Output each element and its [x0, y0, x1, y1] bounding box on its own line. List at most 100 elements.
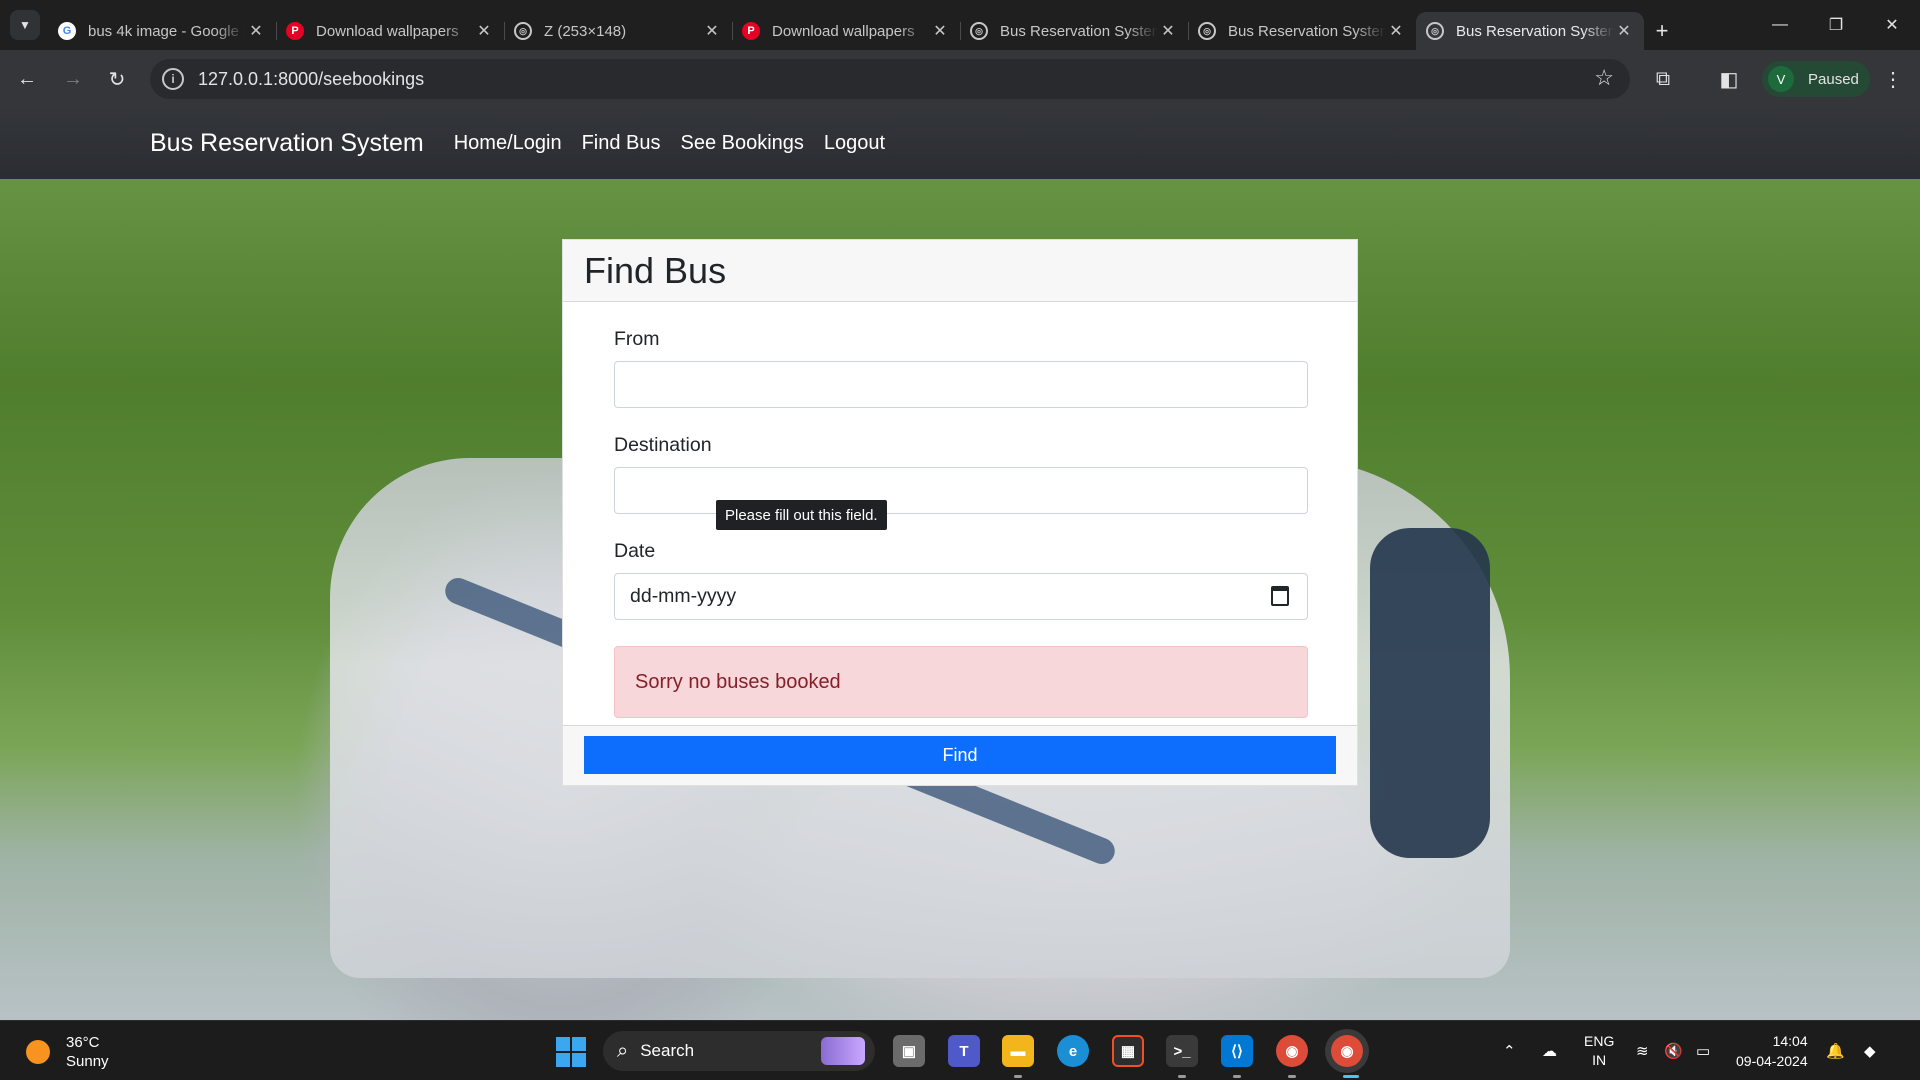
reload-icon[interactable]: ↻ [102, 64, 132, 94]
sun-icon [26, 1040, 50, 1064]
close-tab-icon[interactable]: ✕ [702, 21, 722, 41]
chrome-profile-icon[interactable]: ◉ [1331, 1035, 1363, 1067]
windows-taskbar: 36°C Sunny ⌕ Search ▣ T ▬ e ▦ >_ ⟨⟩ ◉ ◉ … [0, 1020, 1920, 1080]
minimize-icon[interactable]: — [1752, 0, 1808, 50]
calendar-icon[interactable] [1271, 586, 1289, 606]
date-placeholder: dd-mm-yyyy [630, 585, 737, 607]
close-tab-icon[interactable]: ✕ [246, 21, 266, 41]
nav-logout[interactable]: Logout [824, 132, 885, 155]
copilot-icon[interactable]: ◆ [1864, 1021, 1876, 1080]
browser-tab[interactable]: P Download wallpapers ✕ [732, 12, 961, 50]
restore-icon[interactable]: ❐ [1808, 0, 1864, 50]
speaker-muted-icon[interactable]: 🔇 [1664, 1021, 1683, 1080]
card-header: Find Bus [563, 240, 1357, 302]
notification-bell-icon[interactable]: 🔔 [1826, 1021, 1845, 1080]
browser-tab[interactable]: G bus 4k image - Google Search ✕ [48, 12, 277, 50]
tab-title: Download wallpapers [772, 22, 915, 40]
tab-list: G bus 4k image - Google Search ✕ P Downl… [48, 6, 1680, 50]
task-view-icon[interactable]: ▣ [893, 1035, 925, 1067]
validation-tooltip: Please fill out this field. [716, 500, 887, 530]
teams-icon[interactable]: T [948, 1035, 980, 1067]
date-label: Date [614, 540, 656, 562]
file-explorer-icon[interactable]: ▬ [1002, 1035, 1034, 1067]
tab-search-chevron-icon[interactable]: ▼ [10, 10, 40, 40]
extensions-puzzle-icon[interactable]: ⧉ [1648, 64, 1678, 94]
clock-date: 09-04-2024 [1736, 1053, 1808, 1069]
close-tab-icon[interactable]: ✕ [930, 21, 950, 41]
card-footer: Find [563, 725, 1357, 785]
onedrive-icon[interactable]: ☁ [1542, 1021, 1557, 1080]
google-icon: G [58, 22, 76, 40]
from-input[interactable] [614, 361, 1308, 408]
find-bus-form: From Destination Date dd-mm-yyyy Sorry n… [563, 302, 1357, 718]
search-icon: ⌕ [617, 1039, 629, 1062]
clock[interactable]: 14:04 09-04-2024 [1736, 1021, 1808, 1080]
avatar: V [1768, 66, 1794, 92]
globe-icon: ◎ [514, 22, 532, 40]
search-highlight-icon [821, 1037, 865, 1065]
browser-tab[interactable]: ◎ Bus Reservation System ✕ [960, 12, 1189, 50]
close-window-icon[interactable]: ✕ [1864, 0, 1920, 50]
browser-tab[interactable]: P Download wallpapers ✕ [276, 12, 505, 50]
new-tab-plus-icon[interactable]: + [1644, 12, 1680, 50]
profile-chip[interactable]: V Paused [1762, 61, 1870, 97]
language-indicator[interactable]: ENG IN [1584, 1021, 1614, 1080]
tab-title: Z (253×148) [544, 22, 627, 40]
back-arrow-icon[interactable]: ← [12, 64, 42, 94]
address-bar[interactable]: i 127.0.0.1:8000/seebookings ☆ [150, 59, 1630, 99]
globe-icon: ◎ [970, 22, 988, 40]
store-icon[interactable]: ▦ [1112, 1035, 1144, 1067]
chrome-icon[interactable]: ◉ [1276, 1035, 1308, 1067]
page-viewport: Bus Reservation System Home/Login Find B… [0, 108, 1920, 1020]
tab-title: Bus Reservation System [1000, 22, 1158, 40]
browser-tab[interactable]: ◎ Z (253×148) ✕ [504, 12, 733, 50]
tray-overflow-icon[interactable]: ⌃ [1503, 1021, 1516, 1080]
weather-desc: Sunny [66, 1053, 109, 1070]
windows-start-icon[interactable] [556, 1037, 586, 1067]
find-button[interactable]: Find [584, 736, 1336, 774]
battery-icon[interactable]: ▭ [1696, 1021, 1710, 1080]
nav-see-bookings[interactable]: See Bookings [681, 132, 804, 155]
terminal-icon[interactable]: >_ [1166, 1035, 1198, 1067]
edge-icon[interactable]: e [1057, 1035, 1089, 1067]
tab-title: Bus Reservation System [1228, 22, 1386, 40]
wifi-icon[interactable]: ≋ [1636, 1021, 1649, 1080]
url-text[interactable]: 127.0.0.1:8000/seebookings [198, 69, 424, 90]
browser-toolbar: ← → ↻ i 127.0.0.1:8000/seebookings ☆ ⧉ ◧… [0, 50, 1920, 108]
search-label: Search [640, 1041, 695, 1060]
bookmark-star-icon[interactable]: ☆ [1594, 65, 1614, 91]
tab-title: bus 4k image - Google Search [88, 22, 246, 40]
from-label: From [614, 328, 660, 350]
nav-home-login[interactable]: Home/Login [454, 132, 562, 155]
profile-status: Paused [1808, 70, 1859, 88]
more-menu-icon[interactable]: ⋮ [1878, 64, 1908, 94]
weather-temp: 36°C [66, 1034, 100, 1051]
destination-label: Destination [614, 434, 712, 456]
lang-region: IN [1592, 1052, 1607, 1068]
forward-arrow-icon[interactable]: → [58, 64, 88, 94]
close-tab-icon[interactable]: ✕ [1614, 21, 1634, 41]
clock-time: 14:04 [1772, 1033, 1808, 1049]
lang-code: ENG [1584, 1033, 1615, 1049]
browser-tab-active[interactable]: ◎ Bus Reservation System ✕ [1416, 12, 1644, 50]
no-bookings-alert: Sorry no buses booked [614, 646, 1308, 718]
tab-title: Bus Reservation System [1456, 22, 1614, 40]
browser-tabstrip: ▼ G bus 4k image - Google Search ✕ P Dow… [0, 0, 1920, 50]
page-title: Find Bus [584, 249, 727, 291]
nav-find-bus[interactable]: Find Bus [582, 132, 661, 155]
close-tab-icon[interactable]: ✕ [474, 21, 494, 41]
browser-tab[interactable]: ◎ Bus Reservation System ✕ [1188, 12, 1416, 50]
close-tab-icon[interactable]: ✕ [1158, 21, 1178, 41]
side-panel-icon[interactable]: ◧ [1714, 64, 1744, 94]
taskbar-search[interactable]: ⌕ Search [603, 1031, 875, 1071]
vscode-icon[interactable]: ⟨⟩ [1221, 1035, 1253, 1067]
date-input[interactable]: dd-mm-yyyy [614, 573, 1308, 620]
site-brand[interactable]: Bus Reservation System [150, 129, 424, 158]
weather-widget[interactable]: 36°C Sunny [26, 1033, 109, 1071]
site-info-icon[interactable]: i [162, 68, 184, 90]
find-bus-card: Find Bus From Destination Date dd-mm-yyy… [562, 239, 1358, 786]
window-controls: — ❐ ✕ [1752, 0, 1920, 50]
close-tab-icon[interactable]: ✕ [1386, 21, 1406, 41]
pinterest-icon: P [286, 22, 304, 40]
pinterest-icon: P [742, 22, 760, 40]
